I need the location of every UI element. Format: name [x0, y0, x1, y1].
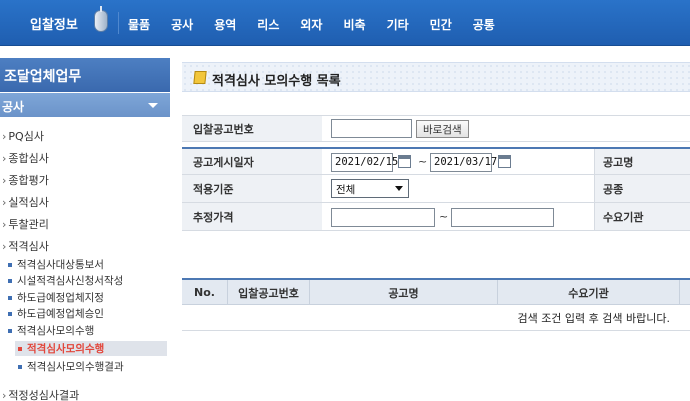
sidebar-item-comprehensive-evaluation[interactable]: › 종합평가 — [2, 172, 49, 188]
sidebar: 조달업체업무 공사 › PQ심사 › 종합심사 › 종합평가 › 실적심사 › 투찰관리 … — [0, 46, 170, 401]
bullet-icon — [8, 296, 12, 300]
price-row: 추정가격 ~ 수요기관 — [182, 203, 690, 231]
nav-item-lease[interactable]: 리스 — [257, 16, 279, 33]
nav-item-common[interactable]: 공통 — [473, 16, 495, 33]
nav-item-stockpile[interactable]: 비축 — [343, 16, 365, 33]
sidebar-item-eligibility-review[interactable]: › 적격심사 — [2, 238, 49, 254]
column-no: No. — [182, 280, 228, 305]
column-demand-org: 수요기관 — [498, 280, 680, 305]
date-separator: ~ — [418, 155, 428, 168]
date-row: 공고게시일자 2021/02/15 ~ 2021/03/17 공고명 — [182, 147, 690, 175]
calendar-icon[interactable] — [498, 155, 511, 168]
date-to-input[interactable]: 2021/03/17 — [430, 153, 497, 172]
standard-select-value: 전체 — [336, 184, 356, 196]
chevron-right-icon: › — [2, 218, 7, 231]
bullet-icon — [18, 347, 22, 351]
nav-item-foreign[interactable]: 외자 — [300, 16, 322, 33]
nav-divider — [118, 12, 119, 34]
page-title-bar: 적격심사 모의수행 목록 — [182, 62, 690, 92]
memo-icon — [193, 71, 207, 84]
sidebar-title: 조달업체업무 — [0, 58, 170, 92]
chevron-right-icon: › — [2, 196, 7, 209]
bid-number-input[interactable] — [331, 119, 412, 138]
column-bid-number: 입찰공고번호 — [228, 280, 310, 305]
price-to-input[interactable] — [451, 208, 554, 227]
sidebar-item-label: PQ심사 — [8, 130, 44, 143]
demand-org-label: 수요기관 — [594, 203, 690, 230]
bullet-icon — [8, 329, 12, 333]
sidebar-subitem[interactable]: 하도급예정업체승인 — [8, 306, 104, 321]
quick-search-button[interactable]: 바로검색 — [416, 120, 469, 138]
sidebar-subitem-label: 적격심사대상통보서 — [17, 259, 104, 271]
chevron-right-icon: › — [2, 389, 7, 401]
sidebar-subsubitem[interactable]: 적격심사모의수행결과 — [15, 359, 167, 374]
date-from-input[interactable]: 2021/02/15 — [331, 153, 398, 172]
sidebar-subsubitem-label: 적격심사모의수행 — [27, 343, 105, 355]
date-label: 공고게시일자 — [182, 149, 322, 174]
chevron-right-icon: › — [2, 240, 7, 253]
sidebar-item-label: 적격심사 — [8, 240, 49, 253]
standard-select[interactable]: 전체 — [331, 179, 409, 198]
sidebar-item-adequacy-result[interactable]: › 적정성심사결과 — [2, 387, 79, 401]
sidebar-subitem[interactable]: 시설적격심사신청서작성 — [8, 273, 123, 288]
mouse-icon — [94, 6, 108, 32]
standard-row: 적용기준 전체 공종 — [182, 175, 690, 203]
bullet-icon — [8, 279, 12, 283]
nav-item-goods[interactable]: 물품 — [128, 16, 150, 33]
work-type-label: 공종 — [594, 175, 690, 202]
page-title: 적격심사 모의수행 목록 — [212, 74, 341, 89]
result-table-header: No. 입찰공고번호 공고명 수요기관 — [182, 278, 690, 305]
sidebar-item-label: 종합평가 — [8, 174, 49, 187]
price-from-input[interactable] — [331, 208, 435, 227]
sidebar-category-label: 공사 — [2, 100, 25, 114]
sidebar-item-performance-review[interactable]: › 실적심사 — [2, 194, 49, 210]
nav-item-etc[interactable]: 기타 — [387, 16, 409, 33]
sidebar-item-pq[interactable]: › PQ심사 — [2, 128, 44, 144]
sidebar-subitem-label: 하도급예정업체지정 — [17, 292, 104, 304]
notice-name-label: 공고명 — [594, 149, 690, 174]
sidebar-subitem-label: 적격심사모의수행 — [17, 325, 95, 337]
price-label: 추정가격 — [182, 203, 322, 230]
chevron-right-icon: › — [2, 174, 7, 187]
sidebar-item-label: 적정성심사결과 — [8, 389, 80, 401]
nav-item-construction[interactable]: 공사 — [171, 16, 193, 33]
sidebar-subsubitem-label: 적격심사모의수행결과 — [27, 361, 124, 373]
nav-item-private[interactable]: 민간 — [430, 16, 452, 33]
empty-result-message: 검색 조건 입력 후 검색 바랍니다. — [182, 306, 690, 331]
sidebar-category[interactable]: 공사 — [0, 93, 170, 117]
standard-label: 적용기준 — [182, 175, 322, 202]
bid-number-row: 입찰공고번호 바로검색 — [182, 115, 690, 142]
nav-menu: 물품 공사 용역 리스 외자 비축 기타 민간 공통 — [128, 16, 516, 33]
sidebar-item-comprehensive-review[interactable]: › 종합심사 — [2, 150, 49, 166]
sidebar-item-label: 투찰관리 — [8, 218, 49, 231]
chevron-right-icon: › — [2, 130, 7, 143]
sidebar-subitem-label: 시설적격심사신청서작성 — [17, 275, 124, 287]
bullet-icon — [8, 263, 12, 267]
calendar-icon[interactable] — [398, 155, 411, 168]
chevron-right-icon: › — [2, 152, 7, 165]
brand-label[interactable]: 입찰정보 — [30, 14, 78, 33]
top-navigation: 입찰정보 물품 공사 용역 리스 외자 비축 기타 민간 공통 — [0, 0, 690, 46]
bid-number-label: 입찰공고번호 — [182, 116, 322, 141]
sidebar-subitem-label: 하도급예정업체승인 — [17, 308, 104, 320]
chevron-down-icon — [395, 186, 403, 191]
sidebar-item-label: 실적심사 — [8, 196, 49, 209]
nav-item-service[interactable]: 용역 — [214, 16, 236, 33]
sidebar-subsubitem-active[interactable]: 적격심사모의수행 — [15, 341, 167, 356]
sidebar-subitem[interactable]: 하도급예정업체지정 — [8, 290, 104, 305]
column-notice-name: 공고명 — [310, 280, 498, 305]
bullet-icon — [8, 312, 12, 316]
sidebar-item-bid-management[interactable]: › 투찰관리 — [2, 216, 49, 232]
sidebar-subitem[interactable]: 적격심사모의수행 — [8, 323, 94, 338]
sidebar-item-label: 종합심사 — [8, 152, 49, 165]
main-content: 적격심사 모의수행 목록 입찰공고번호 바로검색 공고게시일자 2021/02/… — [182, 46, 690, 401]
sidebar-subitem[interactable]: 적격심사대상통보서 — [8, 257, 104, 272]
bullet-icon — [18, 365, 22, 369]
chevron-down-icon — [148, 103, 158, 108]
price-separator: ~ — [439, 210, 449, 223]
